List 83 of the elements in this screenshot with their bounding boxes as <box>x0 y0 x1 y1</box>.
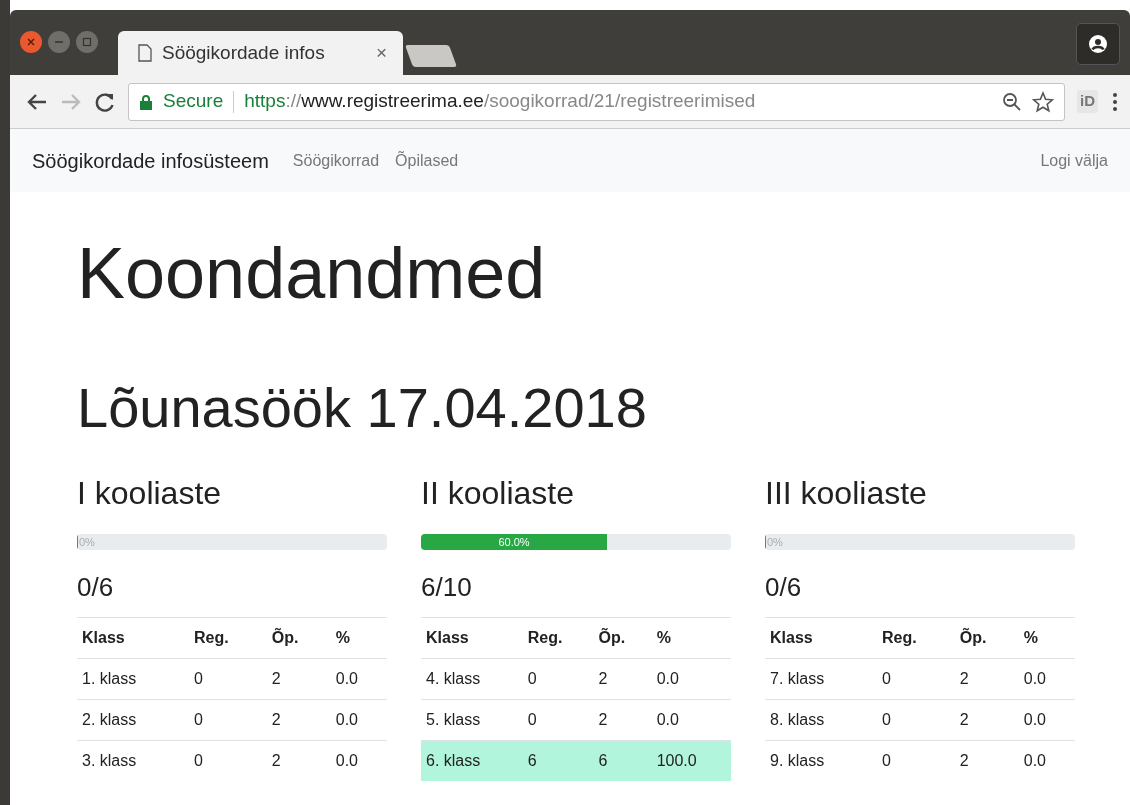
table-cell: 0 <box>877 658 955 700</box>
star-icon[interactable] <box>1032 90 1054 113</box>
progress-label: 0% <box>766 534 783 550</box>
table-cell: 2. klass <box>77 699 189 741</box>
url-text: https://www.registreerima.ee/soogikorrad/21/registreerimised <box>244 89 756 114</box>
level-heading: I kooliaste <box>77 473 223 512</box>
column-header: Õp. <box>266 617 331 659</box>
secure-label: Secure <box>163 89 224 114</box>
zoom-out-icon[interactable] <box>1002 91 1022 112</box>
table-cell: 2 <box>954 740 1019 781</box>
column-header: % <box>1018 617 1075 659</box>
nav-link[interactable]: Õpilased <box>387 148 467 173</box>
person-icon <box>1088 34 1108 54</box>
lock-icon <box>139 93 153 110</box>
table-cell: 2 <box>954 699 1019 741</box>
column-header: Reg. <box>877 617 955 659</box>
column-header: Õp. <box>593 617 652 659</box>
table-cell: 0.0 <box>330 740 387 781</box>
new-tab-button[interactable] <box>405 45 457 67</box>
table-cell: 0 <box>522 658 594 700</box>
page-icon <box>138 44 152 62</box>
address-bar[interactable]: Secure https://www.registreerima.ee/soogikorrad/21/registreerimised <box>128 82 1065 121</box>
table-cell: 0.0 <box>330 658 387 700</box>
browser-tab[interactable]: Söögikordade infos × <box>118 31 403 75</box>
table-cell: 4. klass <box>421 658 523 700</box>
progress-fill: 60.0% <box>421 533 607 550</box>
column-header: Reg. <box>189 617 267 659</box>
table-cell: 9. klass <box>765 740 877 781</box>
page-title: Koondandmed <box>77 232 547 315</box>
table-cell: 2 <box>593 658 652 700</box>
nav-link[interactable]: Söögikorrad <box>284 148 388 173</box>
table-cell: 3. klass <box>77 740 189 781</box>
progress-label: 0% <box>78 534 95 550</box>
extension-button[interactable]: iD <box>1077 90 1098 113</box>
count-text: 0/6 <box>77 570 115 604</box>
table-cell: 2 <box>266 658 331 700</box>
table-cell: 2 <box>954 658 1019 700</box>
logout-link[interactable]: Logi välja <box>1032 148 1108 173</box>
forward-arrow-icon <box>60 91 82 112</box>
table-cell: 0.0 <box>651 658 731 700</box>
table-cell: 2 <box>266 740 331 781</box>
column-header: Klass <box>77 617 189 659</box>
table-cell: 0.0 <box>1018 658 1075 700</box>
brand-link[interactable]: Söögikordade infosüsteem <box>32 145 269 176</box>
column-header: Klass <box>421 617 523 659</box>
count-text: 6/10 <box>421 570 473 604</box>
close-icon <box>26 37 36 47</box>
table-cell: 7. klass <box>765 658 877 700</box>
menu-icon[interactable] <box>1110 90 1120 113</box>
table-cell: 0 <box>189 699 267 741</box>
column-header: Klass <box>765 617 877 659</box>
table-cell: 0.0 <box>1018 699 1075 741</box>
maximize-window-button[interactable] <box>76 31 98 53</box>
table-cell: 6 <box>593 740 652 781</box>
table-cell: 100.0 <box>651 740 731 781</box>
tab-title: Söögikordade infos <box>162 40 325 65</box>
level-heading: II kooliaste <box>421 473 575 512</box>
close-tab-button[interactable]: × <box>375 38 387 68</box>
column-header: % <box>651 617 731 659</box>
reload-button[interactable] <box>94 90 116 113</box>
column-header: Reg. <box>522 617 594 659</box>
meal-heading: Lõunasöök 17.04.2018 <box>77 375 648 442</box>
table-cell: 0 <box>877 740 955 781</box>
close-window-button[interactable] <box>20 31 42 53</box>
column-header: % <box>330 617 387 659</box>
table-cell: 0.0 <box>330 699 387 741</box>
table-cell: 6 <box>522 740 594 781</box>
table-cell: 0 <box>189 658 267 700</box>
table-cell: 0.0 <box>1018 740 1075 781</box>
back-arrow-icon <box>26 91 48 112</box>
reload-icon <box>94 90 116 113</box>
column-header: Õp. <box>954 617 1019 659</box>
table-cell: 0 <box>189 740 267 781</box>
level-heading: III kooliaste <box>765 473 928 512</box>
profile-button[interactable] <box>1076 23 1120 65</box>
back-button[interactable] <box>26 91 48 112</box>
table-cell: 1. klass <box>77 658 189 700</box>
table-cell: 6. klass <box>421 740 523 781</box>
table-cell: 0 <box>877 699 955 741</box>
table-cell: 8. klass <box>765 699 877 741</box>
table-cell: 2 <box>266 699 331 741</box>
maximize-icon <box>82 37 92 47</box>
count-text: 0/6 <box>765 570 803 604</box>
